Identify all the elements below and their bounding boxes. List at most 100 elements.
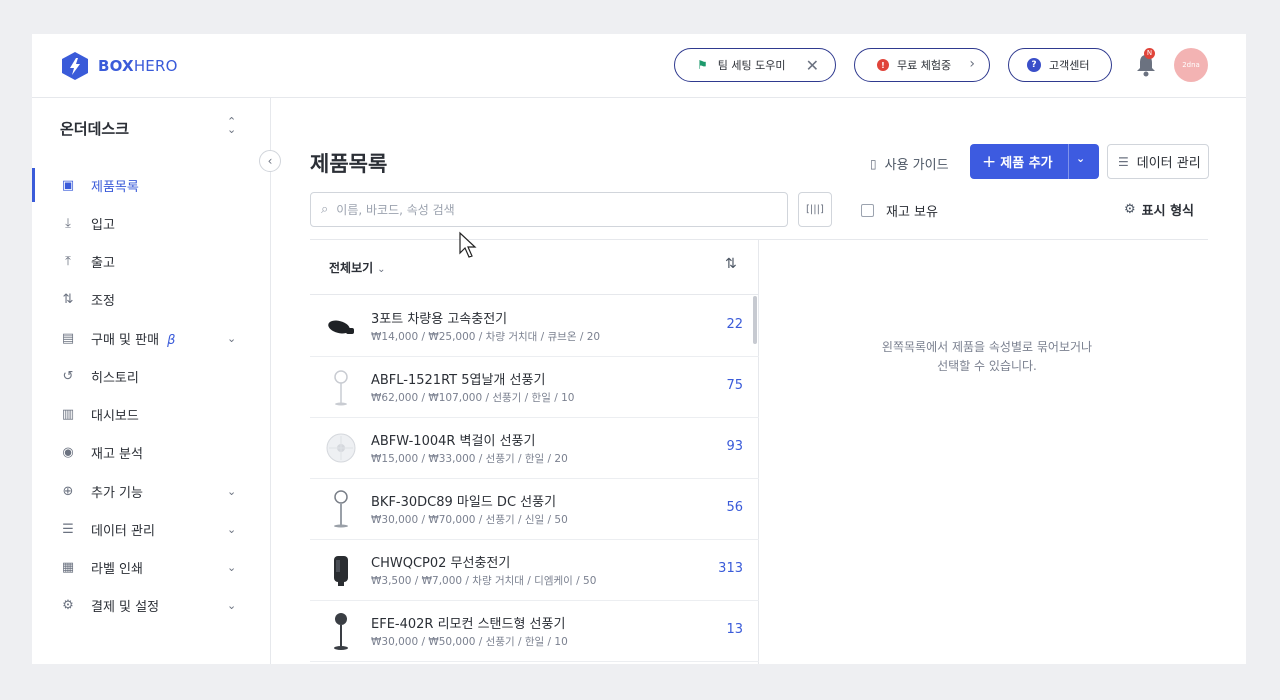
- product-list: 3포트 차량용 고속충전기 ₩14,000 / ₩25,000 / 차량 거치대…: [310, 296, 759, 662]
- avatar[interactable]: 2dna: [1174, 48, 1208, 82]
- sidebar-item-history[interactable]: ↺ 히스토리: [32, 357, 271, 395]
- swap-icon: ⇅: [62, 291, 74, 307]
- add-product-button[interactable]: + 제품 추가 ⌄: [970, 144, 1099, 179]
- setup-guide-label: 팀 세팅 도우미: [717, 59, 786, 72]
- sidebar-item-label: 재고 분석: [91, 446, 143, 462]
- setup-guide-button[interactable]: ⚑ 팀 세팅 도우미 ✕: [674, 48, 836, 82]
- main-content: 제품목록 ▯ 사용 가이드 + 제품 추가 ⌄ ☰ 데이터 관리 ⌕ [|||]…: [272, 98, 1246, 664]
- sidebar-item-label: 구매 및 판매 β: [91, 332, 176, 348]
- scan-icon: [|||]: [806, 204, 824, 215]
- product-quantity: 22: [726, 317, 743, 332]
- search-input[interactable]: [336, 202, 757, 217]
- sidebar-item-label: 조정: [91, 293, 115, 309]
- arrow-up-icon: ⤒: [65, 253, 71, 269]
- list-header: 전체보기 ⌄ ⇅: [310, 240, 759, 295]
- sidebar-item-stock-analysis[interactable]: ◉ 재고 분석: [32, 433, 271, 471]
- sidebar-item-label: 결제 및 설정: [91, 599, 160, 615]
- list-item[interactable]: ABFL-1521RT 5엽날개 선풍기 ₩62,000 / ₩107,000 …: [310, 357, 759, 418]
- product-quantity: 75: [726, 378, 743, 393]
- barcode-scan-button[interactable]: [|||]: [798, 192, 832, 227]
- close-icon[interactable]: ✕: [806, 56, 819, 75]
- sidebar-item-stock-out[interactable]: ⤒ 출고: [32, 242, 271, 280]
- product-name: CHWQCP02 무선충전기: [371, 556, 511, 571]
- sidebar-item-purchase-sales[interactable]: ▤ 구매 및 판매 β ⌄: [32, 319, 271, 357]
- sidebar-item-stock-in[interactable]: ⤓ 입고: [32, 204, 271, 242]
- product-quantity: 93: [726, 439, 743, 454]
- notification-badge: N: [1144, 48, 1155, 59]
- support-label: 고객센터: [1049, 59, 1090, 72]
- button-divider: [1068, 144, 1069, 179]
- sidebar-item-label: 히스토리: [91, 370, 139, 386]
- fan-thumbnail: [334, 370, 348, 406]
- top-bar: BOXHERO ⚑ 팀 세팅 도우미 ✕ ! 무료 체험중 › ? 고객센터 N…: [32, 34, 1246, 98]
- product-meta: ₩62,000 / ₩107,000 / 선풍기 / 한일 / 10: [371, 392, 575, 404]
- gear-icon: ⚙: [1124, 202, 1136, 217]
- page-title: 제품목록: [310, 152, 388, 176]
- user-guide-label: 사용 가이드: [884, 158, 949, 173]
- mouse-cursor-icon: [459, 231, 477, 258]
- data-management-label: 데이터 관리: [1136, 156, 1201, 171]
- sidebar-item-label-print[interactable]: ▦ 라벨 인쇄 ⌄: [32, 548, 271, 586]
- user-guide-link[interactable]: ▯ 사용 가이드: [870, 154, 949, 174]
- logo-icon: [62, 52, 88, 80]
- chevron-down-icon[interactable]: ⌄: [227, 599, 236, 612]
- list-item[interactable]: CHWQCP02 무선충전기 ₩3,500 / ₩7,000 / 차량 거치대 …: [310, 540, 759, 601]
- search-box[interactable]: ⌕: [310, 192, 788, 227]
- product-quantity: 313: [718, 561, 743, 576]
- in-stock-checkbox[interactable]: 재고 보유: [861, 201, 938, 220]
- workspace-switch-icon[interactable]: ⌃ ⌄: [227, 116, 236, 135]
- empty-state-line: 선택할 수 있습니다.: [937, 359, 1037, 373]
- product-name: BKF-30DC89 마일드 DC 선풍기: [371, 495, 557, 510]
- display-format-label: 표시 형식: [1141, 204, 1195, 219]
- document-icon: ▤: [61, 330, 75, 346]
- collapse-sidebar-button[interactable]: ‹: [259, 150, 281, 172]
- logo[interactable]: BOXHERO: [60, 51, 178, 81]
- list-item[interactable]: EFE-402R 리모컨 스탠드형 선풍기 ₩30,000 / ₩50,000 …: [310, 601, 759, 662]
- view-filter-dropdown[interactable]: 전체보기 ⌄: [329, 259, 386, 276]
- chart-icon: ▥: [61, 406, 75, 422]
- checkbox-icon[interactable]: [861, 204, 874, 217]
- display-format-button[interactable]: ⚙ 표시 형식: [1124, 200, 1194, 219]
- product-quantity: 56: [726, 500, 743, 515]
- app-window: BOXHERO ⚑ 팀 세팅 도우미 ✕ ! 무료 체험중 › ? 고객센터 N…: [32, 34, 1246, 664]
- charger-thumbnail: [328, 320, 354, 334]
- product-meta: ₩15,000 / ₩33,000 / 선풍기 / 한일 / 20: [371, 453, 568, 465]
- support-button[interactable]: ? 고객센터: [1008, 48, 1112, 82]
- chevron-down-icon[interactable]: ⌄: [227, 485, 236, 498]
- eye-icon: ◉: [62, 444, 74, 460]
- chevron-down-icon[interactable]: ⌄: [227, 332, 236, 345]
- sidebar-item-billing-settings[interactable]: ⚙ 결제 및 설정 ⌄: [32, 586, 271, 624]
- add-product-label: 제품 추가: [1000, 156, 1053, 171]
- list-item[interactable]: ABFW-1004R 벽걸이 선풍기 ₩15,000 / ₩33,000 / 선…: [310, 418, 759, 479]
- chevron-down-icon[interactable]: ⌄: [227, 561, 236, 574]
- product-meta: ₩3,500 / ₩7,000 / 차량 거치대 / 디엠케이 / 50: [371, 575, 597, 587]
- sidebar: 온더데스크 ⌃ ⌄ ‹ ▣ 제품목록 ⤓ 입고 ⤒ 출고 ⇅ 조정 ▤ 구매 및 …: [32, 98, 281, 664]
- alert-icon: !: [877, 59, 889, 71]
- sidebar-item-addons[interactable]: ⊕ 추가 기능 ⌄: [32, 472, 271, 510]
- workspace-name[interactable]: 온더데스크: [60, 118, 129, 139]
- list-item[interactable]: BKF-30DC89 마일드 DC 선풍기 ₩30,000 / ₩70,000 …: [310, 479, 759, 540]
- arrow-down-icon: ⤓: [65, 215, 71, 231]
- data-management-button[interactable]: ☰ 데이터 관리: [1107, 144, 1209, 179]
- database-icon: ☰: [1118, 154, 1129, 169]
- sidebar-item-data-management[interactable]: ☰ 데이터 관리 ⌄: [32, 510, 271, 548]
- product-meta: ₩30,000 / ₩70,000 / 선풍기 / 신일 / 50: [371, 514, 568, 526]
- brand-name: BOXHERO: [98, 57, 178, 75]
- plus-circle-icon: ⊕: [62, 483, 74, 499]
- chevron-down-icon[interactable]: ⌄: [227, 523, 236, 536]
- gear-icon: ⚙: [62, 597, 74, 613]
- product-name: ABFL-1521RT 5엽날개 선풍기: [371, 373, 546, 388]
- trial-button[interactable]: ! 무료 체험중 ›: [854, 48, 990, 82]
- chevron-down-icon: ⌄: [377, 264, 386, 275]
- product-meta: ₩30,000 / ₩50,000 / 선풍기 / 한일 / 10: [371, 636, 568, 648]
- sidebar-item-adjust[interactable]: ⇅ 조정: [32, 280, 271, 318]
- product-name: 3포트 차량용 고속충전기: [371, 312, 508, 327]
- sidebar-item-products[interactable]: ▣ 제품목록: [32, 166, 271, 204]
- sidebar-item-dashboard[interactable]: ▥ 대시보드: [32, 395, 271, 433]
- sidebar-item-label: 출고: [91, 255, 115, 271]
- scrollbar[interactable]: [753, 296, 757, 344]
- chevron-down-icon[interactable]: ⌄: [1076, 152, 1085, 165]
- product-name: EFE-402R 리모컨 스탠드형 선풍기: [371, 617, 566, 632]
- list-item[interactable]: 3포트 차량용 고속충전기 ₩14,000 / ₩25,000 / 차량 거치대…: [310, 296, 759, 357]
- sort-icon[interactable]: ⇅: [725, 256, 737, 272]
